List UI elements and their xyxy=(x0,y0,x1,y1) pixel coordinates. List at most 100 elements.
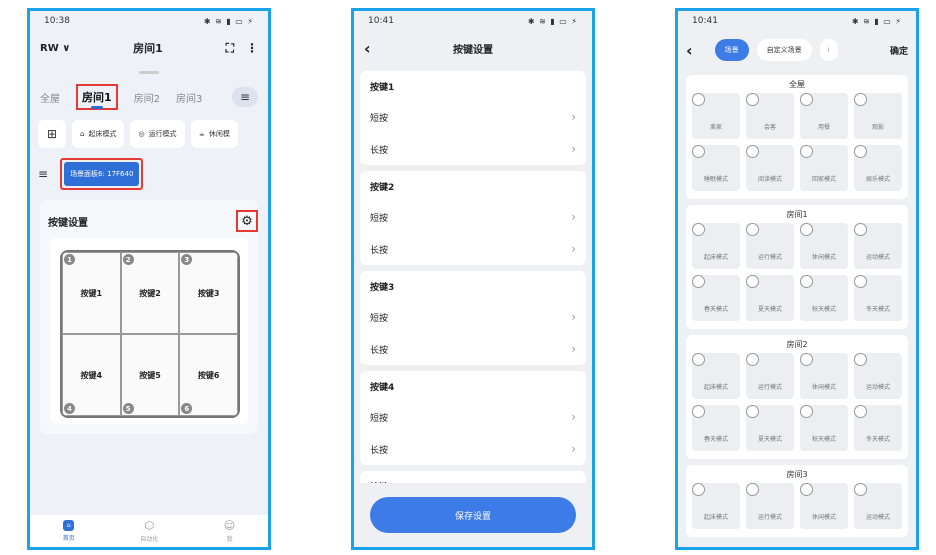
confirm-button[interactable]: 确定 xyxy=(890,44,908,57)
radio-button[interactable] xyxy=(746,483,759,496)
scene-chip[interactable]: ☕ 休闲模 xyxy=(190,120,238,148)
radio-button[interactable] xyxy=(800,275,813,288)
scene-option[interactable]: 冬天模式 xyxy=(854,275,902,321)
scene-option[interactable]: 娱乐模式 xyxy=(854,145,902,191)
radio-button[interactable] xyxy=(800,483,813,496)
scene-option[interactable]: 运行模式 xyxy=(746,483,794,529)
radio-button[interactable] xyxy=(692,93,705,106)
radio-button[interactable] xyxy=(800,405,813,418)
radio-button[interactable] xyxy=(746,405,759,418)
scene-option[interactable]: 休闲模式 xyxy=(800,353,848,399)
scene-option[interactable]: 观影 xyxy=(854,93,902,139)
scan-icon[interactable]: ⛶ xyxy=(226,41,234,56)
home-selector[interactable]: RW ∨ xyxy=(40,43,70,54)
save-settings-button[interactable]: 保存设置 xyxy=(370,497,576,533)
radio-button[interactable] xyxy=(692,145,705,158)
long-press-row[interactable]: 长按 › xyxy=(360,433,586,465)
long-press-row[interactable]: 长按 › xyxy=(360,233,586,265)
gear-icon[interactable]: ⚙ xyxy=(236,210,258,232)
menu-icon[interactable]: ≡ xyxy=(232,87,258,107)
nav-home[interactable]: ⌂ 首页 xyxy=(63,520,75,542)
radio-button[interactable] xyxy=(746,275,759,288)
scene-panel-button[interactable]: 场景面板6: 17F640 xyxy=(60,158,144,190)
radio-button[interactable] xyxy=(746,145,759,158)
scene-option[interactable]: 春天模式 xyxy=(692,275,740,321)
scene-option[interactable]: 休闲模式 xyxy=(800,223,848,269)
key-button[interactable]: 1 按键1 xyxy=(62,252,121,334)
tab-more[interactable]: i xyxy=(819,39,838,61)
radio-button[interactable] xyxy=(692,483,705,496)
radio-button[interactable] xyxy=(692,275,705,288)
drag-handle[interactable] xyxy=(139,71,159,74)
short-press-row[interactable]: 短按 › xyxy=(360,301,586,333)
scene-option[interactable]: 起床模式 xyxy=(692,223,740,269)
scene-option[interactable]: 用餐 xyxy=(800,93,848,139)
nav-automation[interactable]: ⬡ 自动化 xyxy=(140,519,158,543)
scene-option[interactable]: 休闲模式 xyxy=(800,483,848,529)
radio-button[interactable] xyxy=(746,223,759,236)
scene-option[interactable]: 运行模式 xyxy=(746,223,794,269)
scene-option[interactable]: 冬天模式 xyxy=(854,405,902,451)
radio-button[interactable] xyxy=(854,275,867,288)
radio-button[interactable] xyxy=(692,353,705,366)
tab-room2[interactable]: 房间2 xyxy=(134,90,160,105)
scene-option[interactable]: 回家模式 xyxy=(800,145,848,191)
scene-option[interactable]: 睡眠模式 xyxy=(692,145,740,191)
scene-chip[interactable]: ◎ 运行模式 xyxy=(130,120,185,148)
scene-option[interactable]: 运行模式 xyxy=(746,353,794,399)
key-button[interactable]: 2 按键2 xyxy=(120,252,180,334)
radio-button[interactable] xyxy=(692,223,705,236)
scene-option[interactable]: 起床模式 xyxy=(692,353,740,399)
scene-option[interactable]: 运动模式 xyxy=(854,483,902,529)
long-press-row[interactable]: 长按 › xyxy=(360,133,586,165)
tab-all-rooms[interactable]: 全屋 xyxy=(40,90,60,105)
radio-button[interactable] xyxy=(854,353,867,366)
scene-option[interactable]: 阅读模式 xyxy=(746,145,794,191)
radio-button[interactable] xyxy=(854,223,867,236)
radio-button[interactable] xyxy=(854,405,867,418)
radio-button[interactable] xyxy=(854,483,867,496)
list-icon[interactable]: ≡ xyxy=(38,167,48,181)
scene-option-label: 冬天模式 xyxy=(865,306,890,313)
tab-room1[interactable]: 房间1 xyxy=(76,84,118,110)
radio-button[interactable] xyxy=(800,223,813,236)
tab-custom-scenes[interactable]: 自定义场景 xyxy=(756,39,812,61)
tab-room3[interactable]: 房间3 xyxy=(176,90,202,105)
scene-option[interactable]: 会客 xyxy=(746,93,794,139)
radio-button[interactable] xyxy=(800,93,813,106)
scene-option[interactable]: 秋天模式 xyxy=(800,275,848,321)
short-press-row[interactable]: 短按 › xyxy=(360,101,586,133)
scene-option[interactable]: 运动模式 xyxy=(854,223,902,269)
scene-option[interactable]: 离家 xyxy=(692,93,740,139)
key-button[interactable]: 5 按键5 xyxy=(120,334,180,416)
scene-option[interactable]: 春天模式 xyxy=(692,405,740,451)
radio-button[interactable] xyxy=(746,353,759,366)
radio-button[interactable] xyxy=(800,353,813,366)
more-icon[interactable]: ⋮ xyxy=(246,41,258,56)
scene-option-label: 运行模式 xyxy=(757,514,782,521)
scene-option-label: 娱乐模式 xyxy=(865,176,890,183)
key-button[interactable]: 3 按键3 xyxy=(179,252,238,334)
key-number: 6 xyxy=(181,403,193,414)
key-button[interactable]: 6 按键6 xyxy=(179,334,238,416)
add-scene-icon[interactable]: ⊞ xyxy=(38,120,66,148)
short-press-row[interactable]: 短按 › xyxy=(360,201,586,233)
key-button[interactable]: 4 按键4 xyxy=(62,334,121,416)
radio-button[interactable] xyxy=(854,145,867,158)
radio-button[interactable] xyxy=(692,405,705,418)
back-icon[interactable]: ‹ xyxy=(686,41,693,60)
long-press-row[interactable]: 长按 › xyxy=(360,333,586,365)
short-press-row[interactable]: 短按 › xyxy=(360,401,586,433)
radio-button[interactable] xyxy=(800,145,813,158)
scene-chip[interactable]: ⌂ 起床模式 xyxy=(72,120,125,148)
scene-option[interactable]: 秋天模式 xyxy=(800,405,848,451)
scene-group: 房间1 起床模式 运行模式 休闲模式 运动模式 春天模式 夏天模式 秋天模式 冬… xyxy=(686,205,908,329)
scene-option[interactable]: 夏天模式 xyxy=(746,275,794,321)
scene-option[interactable]: 运动模式 xyxy=(854,353,902,399)
scene-option[interactable]: 夏天模式 xyxy=(746,405,794,451)
radio-button[interactable] xyxy=(854,93,867,106)
tab-scenes[interactable]: 场景 xyxy=(714,39,749,61)
scene-option[interactable]: 起床模式 xyxy=(692,483,740,529)
radio-button[interactable] xyxy=(746,93,759,106)
nav-me[interactable]: ☺ 我 xyxy=(224,519,235,543)
